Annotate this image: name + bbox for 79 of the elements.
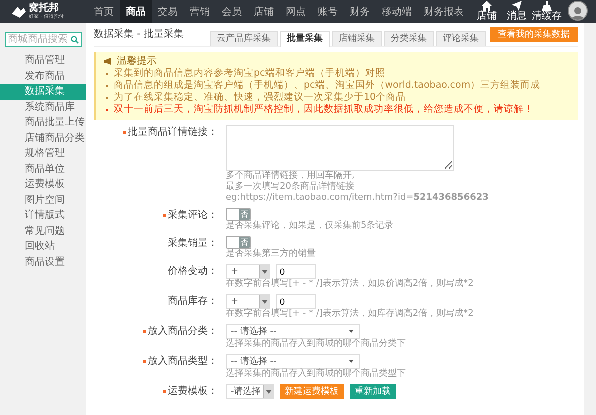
- reload-button[interactable]: 重新加载: [350, 384, 396, 399]
- nav-menu-item[interactable]: 会员: [216, 0, 248, 23]
- notice-item: 为了在线采集稳定、准确、快速，强烈建议一次采集少于10个商品: [104, 92, 572, 104]
- sidebar-item[interactable]: 系统商品库: [0, 100, 86, 115]
- notice-item: 商品信息的组成是淘宝客户端（手机端）、pc端、淘宝国外（world.taobao.com）三方组装而成: [104, 80, 572, 92]
- field-label: 商品库存：: [168, 294, 218, 309]
- value-input[interactable]: 0: [276, 294, 316, 309]
- avatar[interactable]: [568, 1, 588, 21]
- sidebar-item[interactable]: 店铺商品分类: [0, 130, 86, 146]
- chevron-down-icon: [262, 270, 268, 274]
- operator-select[interactable]: +: [226, 264, 270, 279]
- sidebar-item[interactable]: 详情版式: [0, 208, 86, 224]
- tab[interactable]: 云产品库采集: [210, 31, 278, 46]
- toggle-switch[interactable]: 否: [226, 236, 251, 249]
- broom-icon: [542, 1, 552, 11]
- hint-text: 在数字前台填写[+ - * /]表示算法，如原价调高2倍，则写成*2: [226, 279, 475, 290]
- notice-item: 采集到的商品信息内容参考淘宝pc端和客户端（手机端）对照: [104, 68, 572, 80]
- hint-text: 多个商品详情链接，用回车隔开,: [226, 171, 356, 182]
- hint-text: 是否采集第三方的销量: [226, 249, 317, 260]
- hint-text: 选择采集的商品存入到商城的哪个商品分类下: [226, 339, 407, 350]
- field-label: 价格变动：: [168, 264, 218, 279]
- dropdown-select[interactable]: -- 请选择 --: [226, 354, 360, 369]
- field-label: 放入商品类型：: [148, 354, 218, 369]
- dropdown-select[interactable]: -- 请选择 --: [226, 324, 360, 339]
- hint-text: 最多一次填写20条商品详情链接: [226, 182, 356, 193]
- sidebar-item[interactable]: 商品批量上传: [0, 115, 86, 130]
- field-label: 采集销量：: [168, 236, 218, 251]
- nav-menu-item[interactable]: 营销: [184, 0, 216, 23]
- nav-menu-item[interactable]: 网点: [280, 0, 312, 23]
- nav-menu-item[interactable]: 店铺: [248, 0, 280, 23]
- sidebar-item[interactable]: 运费模板: [0, 177, 86, 192]
- operator-select[interactable]: +: [226, 294, 270, 309]
- toolbar-action[interactable]: 店铺: [472, 0, 502, 23]
- logo-icon: [12, 6, 26, 18]
- nav-menu-item[interactable]: 商品: [120, 0, 152, 23]
- toolbar-action[interactable]: 消息: [502, 0, 532, 23]
- hint-text: 选择采集的商品存入到商城的哪个商品类型下: [226, 369, 407, 380]
- nav-menu-item[interactable]: 财务报表: [418, 0, 470, 23]
- sidebar-item[interactable]: 商品设置: [0, 254, 86, 270]
- chevron-down-icon: [262, 300, 268, 304]
- tab[interactable]: 批量采集: [280, 31, 330, 47]
- sidebar-item[interactable]: 数据采集: [0, 84, 86, 100]
- search-icon: [71, 36, 79, 44]
- hint-text: 在数字前台填写[+ - * /]表示算法，如库存调高2倍，则写成*2: [226, 309, 475, 320]
- toolbar-action[interactable]: 清缓存: [532, 0, 562, 23]
- paper-plane-icon: [512, 1, 522, 11]
- field-label: 采集评论：: [168, 208, 218, 223]
- notice-title: 温馨提示: [117, 55, 157, 68]
- tab[interactable]: 店铺采集: [332, 31, 382, 46]
- tab[interactable]: 分类采集: [384, 31, 434, 46]
- logo-name: 窝托邦: [29, 4, 60, 14]
- sidebar-item[interactable]: 回收站: [0, 239, 86, 254]
- caret-down-icon: [349, 360, 354, 363]
- sidebar-item[interactable]: 常见问题: [0, 224, 86, 239]
- nav-menu-item[interactable]: 财务: [344, 0, 376, 23]
- field-label: 运费模板：: [168, 384, 218, 399]
- sidebar-item[interactable]: 图片空间: [0, 192, 86, 208]
- notice-item: 双十一前后三天，淘宝防抓机制严格控制，因此数据抓取成功率很低，给您造成不便，请谅解！: [104, 104, 572, 116]
- sidebar-item[interactable]: 发布商品: [0, 68, 86, 84]
- tab[interactable]: 评论采集: [436, 31, 486, 46]
- sidebar-item[interactable]: 商品管理: [0, 53, 86, 68]
- page-title: 数据采集 - 批量采集: [94, 28, 185, 42]
- megaphone-icon: [104, 58, 113, 65]
- freight-select[interactable]: -请选择: [226, 384, 274, 399]
- chevron-down-icon: [266, 390, 272, 394]
- nav-menu-item[interactable]: 交易: [152, 0, 184, 23]
- field-label: 批量商品详情链接：: [128, 126, 218, 140]
- nav-menu-item[interactable]: 首页: [88, 0, 120, 23]
- field-label: 放入商品分类：: [148, 324, 218, 339]
- nav-menu-item[interactable]: 账号: [312, 0, 344, 23]
- toggle-switch[interactable]: 否: [226, 208, 251, 221]
- house-icon: [482, 1, 492, 11]
- value-input[interactable]: 0: [276, 264, 316, 279]
- nav-menu-item[interactable]: 移动端: [376, 0, 418, 23]
- sidebar-item[interactable]: 规格管理: [0, 146, 86, 162]
- hint-text: 是否采集评论，如果是，仅采集前5条记录: [226, 221, 395, 232]
- caret-down-icon: [349, 330, 354, 333]
- sidebar-item[interactable]: 商品单位: [0, 162, 86, 177]
- hint-text: eg:https://item.taobao.com/item.htm?id=521436856623: [226, 193, 490, 204]
